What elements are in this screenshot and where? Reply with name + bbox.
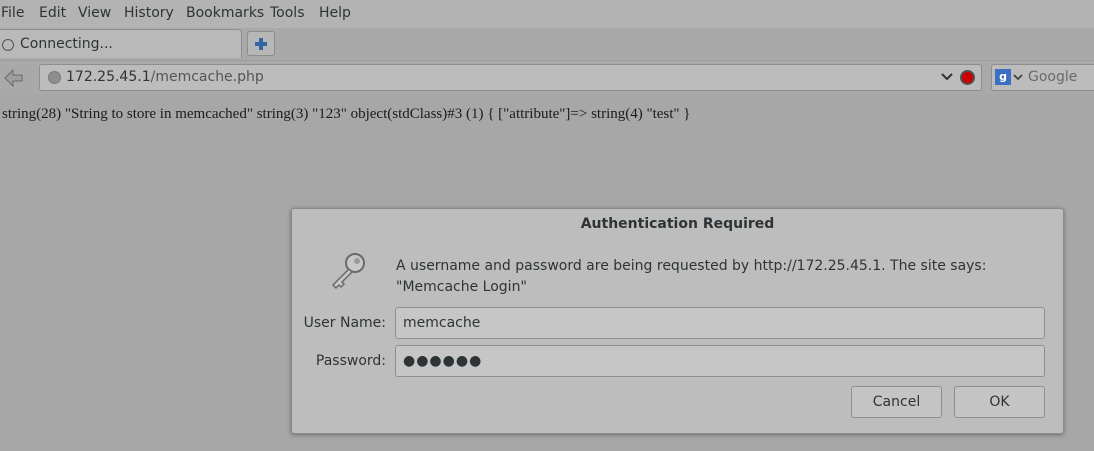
url-bar[interactable]: 172.25.45.1/memcache.php	[39, 64, 982, 91]
stop-button[interactable]	[960, 70, 975, 85]
password-label: Password:	[315, 353, 386, 369]
page-output-text: string(28) "String to store in memcached…	[2, 106, 691, 122]
google-icon[interactable]: g	[995, 69, 1011, 85]
back-arrow-icon	[4, 68, 23, 88]
url-text[interactable]: 172.25.45.1/memcache.php	[66, 69, 264, 85]
tab-current[interactable]: Connecting...	[0, 29, 242, 58]
navigation-bar: 172.25.45.1/memcache.php g Google	[0, 60, 1094, 95]
search-bar[interactable]: g Google	[991, 64, 1094, 91]
loading-spinner-icon	[2, 39, 14, 51]
menu-bookmarks[interactable]: Bookmarks	[186, 5, 264, 21]
menu-view[interactable]: View	[78, 5, 111, 21]
tab-title: Connecting...	[20, 36, 113, 52]
tab-strip: Connecting...	[0, 28, 1094, 60]
key-icon	[331, 253, 365, 290]
plus-icon	[255, 38, 267, 50]
password-field[interactable]: ●●●●●●	[395, 345, 1045, 377]
menu-bar: File Edit View History Bookmarks Tools H…	[0, 0, 1094, 28]
dialog-title: Authentication Required	[580, 216, 775, 232]
auth-dialog: Authentication Required A username and p…	[291, 208, 1064, 434]
new-tab-button[interactable]	[247, 31, 275, 56]
username-field[interactable]: memcache	[395, 307, 1045, 339]
chevron-down-icon[interactable]	[1013, 74, 1023, 81]
menu-edit[interactable]: Edit	[39, 5, 66, 21]
search-placeholder[interactable]: Google	[1028, 69, 1077, 85]
username-label: User Name:	[303, 315, 386, 331]
menu-help[interactable]: Help	[319, 5, 351, 21]
menu-tools[interactable]: Tools	[270, 5, 305, 21]
cancel-button[interactable]: Cancel	[851, 386, 942, 418]
globe-icon	[48, 71, 61, 84]
menu-file[interactable]: File	[1, 5, 24, 21]
ok-button[interactable]: OK	[954, 386, 1045, 418]
chevron-down-icon[interactable]	[941, 73, 953, 81]
url-host: 172.25.45.1	[66, 69, 151, 85]
url-path: /memcache.php	[150, 69, 264, 85]
menu-history[interactable]: History	[124, 5, 174, 21]
back-button[interactable]	[2, 67, 26, 89]
dialog-message: A username and password are being reques…	[396, 258, 987, 295]
